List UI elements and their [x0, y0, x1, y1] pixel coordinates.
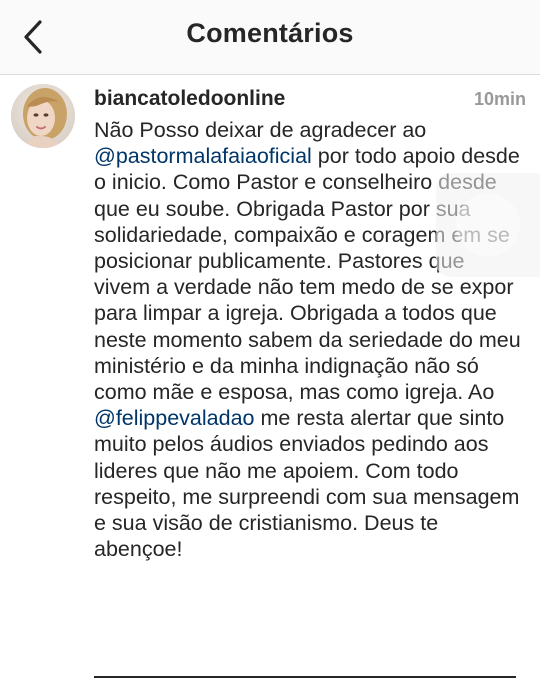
- mention-link[interactable]: @pastormalafaiaoficial: [94, 144, 312, 168]
- page-title: Comentários: [186, 18, 354, 48]
- overlay-circle-icon: [456, 193, 520, 257]
- comment-timestamp: 10min: [473, 89, 526, 109]
- mention-link[interactable]: @felippevaladao: [94, 406, 255, 430]
- comment-username[interactable]: biancatoledoonline: [94, 87, 285, 111]
- avatar[interactable]: [11, 84, 75, 148]
- comment-item: biancatoledoonline 10min Não Posso deixa…: [0, 75, 540, 698]
- header-bar: Comentários: [0, 0, 540, 75]
- floating-overlay-button[interactable]: [436, 173, 540, 277]
- comment-text-part: Não Posso deixar de agradecer ao: [94, 118, 427, 142]
- avatar-photo: [11, 84, 75, 148]
- divider: [94, 676, 516, 678]
